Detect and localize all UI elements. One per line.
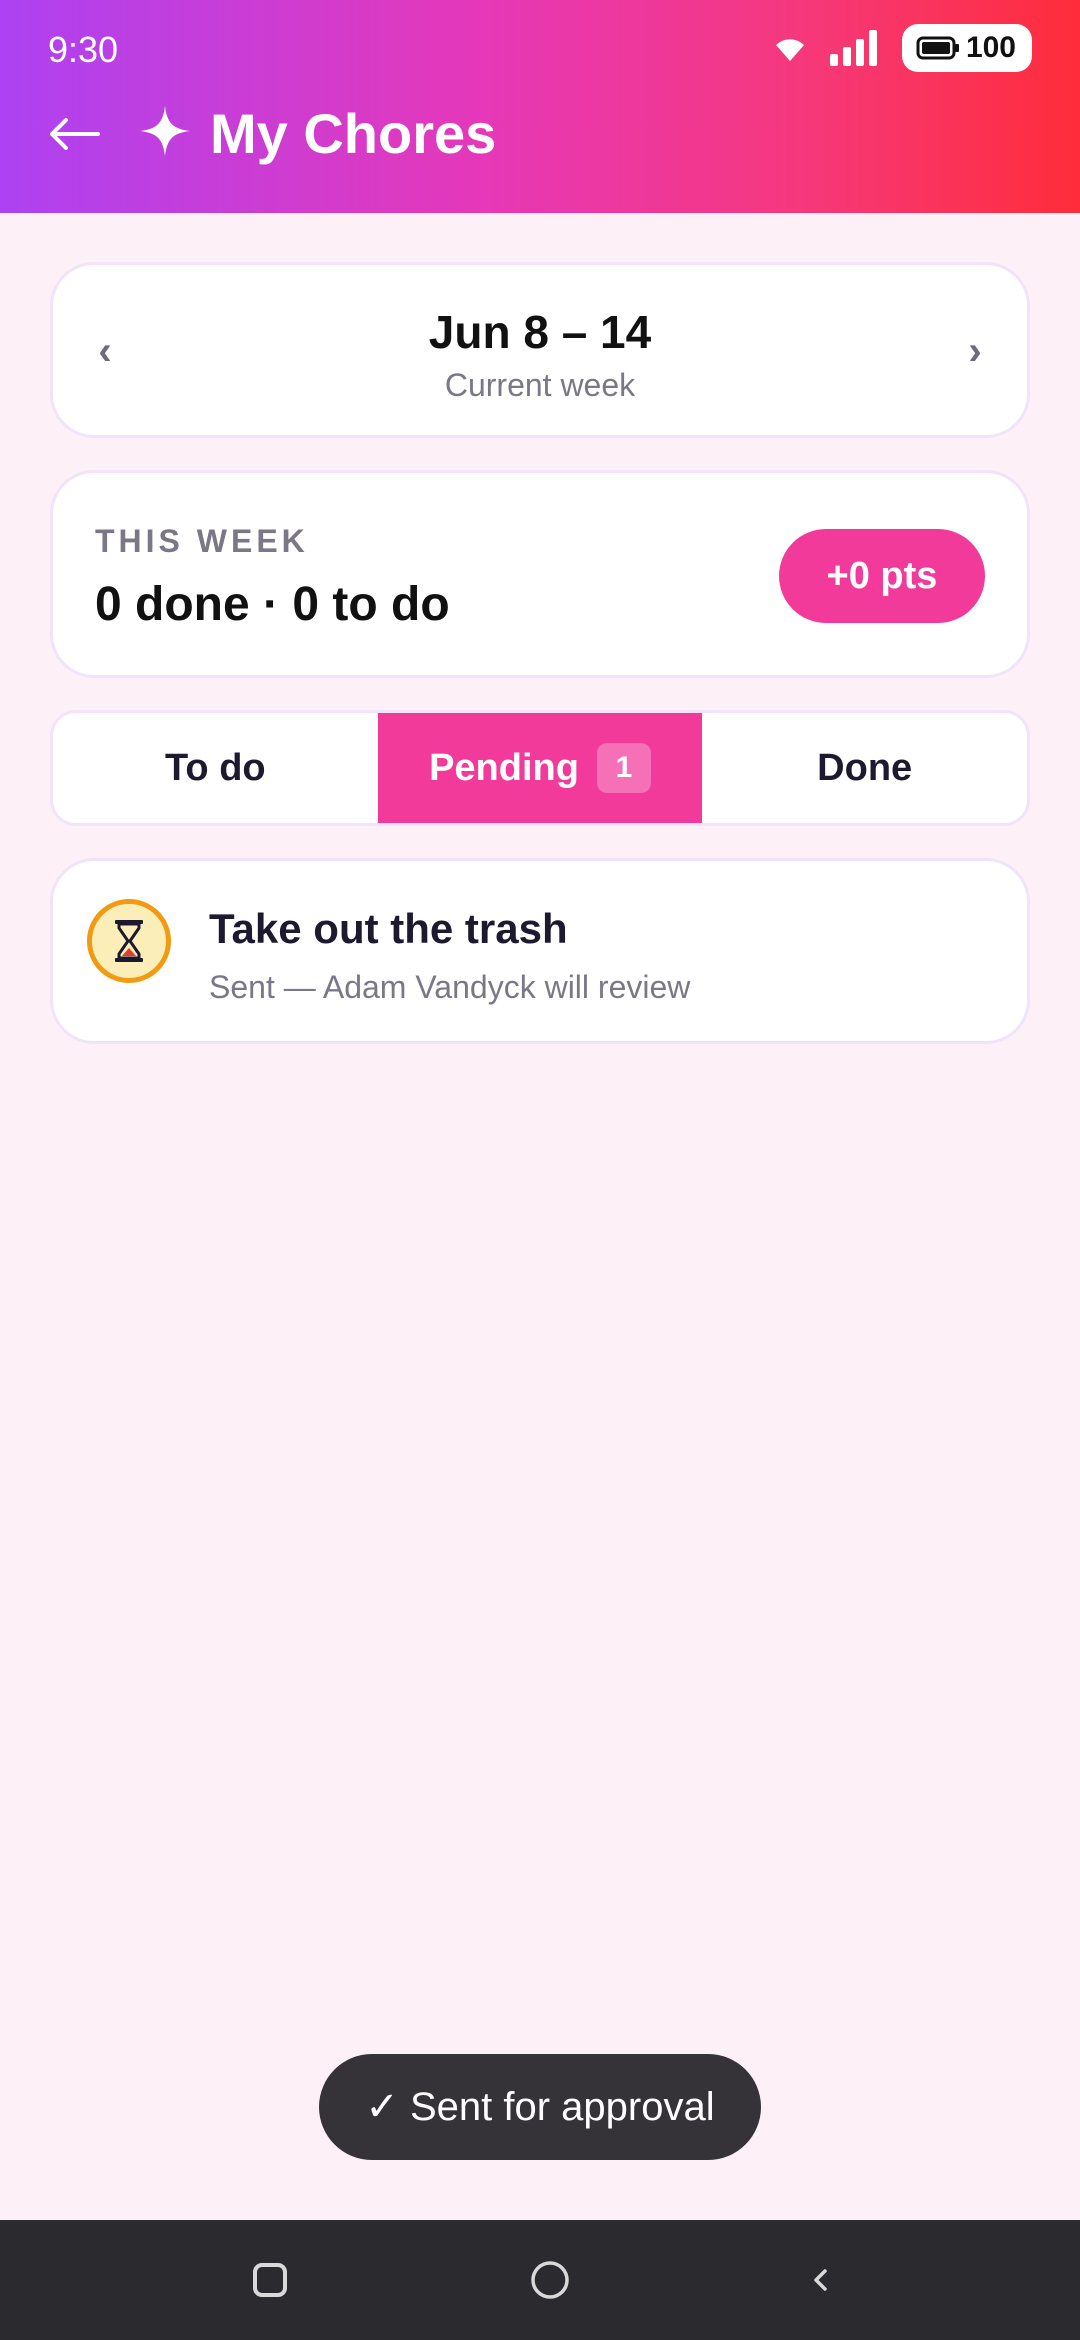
chore-item[interactable]: Take out the trash Sent — Adam Vandyck w… <box>50 858 1030 1044</box>
arrow-left-icon <box>50 118 100 150</box>
tab-pending[interactable]: Pending 1 <box>377 713 703 823</box>
battery-indicator: 100 <box>901 24 1032 72</box>
back-icon <box>814 2269 827 2291</box>
battery-level: 100 <box>965 31 1016 64</box>
tab-label: Pending <box>429 746 579 789</box>
system-nav-bar <box>0 2220 1080 2340</box>
hourglass-icon <box>87 899 171 983</box>
approval-toast: ✓ Sent for approval <box>319 2054 761 2160</box>
signal-icon <box>829 30 880 66</box>
tab-label: Done <box>817 746 913 789</box>
status-time: 9:30 <box>48 29 119 70</box>
points-badge: +0 pts <box>779 529 985 623</box>
chore-status: Sent — Adam Vandyck will review <box>209 969 691 1005</box>
page-title: My Chores <box>210 101 497 165</box>
pending-count-badge: 1 <box>596 743 651 793</box>
week-selector: ‹ Jun 8 – 14 Current week › <box>50 262 1030 438</box>
battery-icon <box>916 35 960 61</box>
week-caption: Current week <box>444 367 636 403</box>
page-title-row: My Chores <box>140 98 496 168</box>
tab-done[interactable]: Done <box>702 713 1027 823</box>
home-button[interactable] <box>520 2250 580 2310</box>
week-range: Jun 8 – 14 <box>428 306 652 358</box>
system-back-button[interactable] <box>790 2250 850 2310</box>
app-header: 9:30 100 My Chores <box>0 0 1080 213</box>
status-icons: 100 <box>772 24 1032 72</box>
week-summary-card: THIS WEEK 0 done · 0 to do +0 pts <box>50 470 1030 678</box>
chore-tabs: To do Pending 1 Done <box>50 710 1030 826</box>
sparkle-icon <box>140 105 190 161</box>
chore-title: Take out the trash <box>209 905 568 952</box>
summary-label: THIS WEEK <box>95 523 309 559</box>
tab-label: To do <box>165 746 266 789</box>
tab-to-do[interactable]: To do <box>53 713 378 823</box>
back-button[interactable] <box>44 104 104 164</box>
next-week-button[interactable]: › <box>945 321 1005 381</box>
summary-value: 0 done · 0 to do <box>95 578 450 631</box>
recent-apps-button[interactable] <box>240 2250 300 2310</box>
chevron-right-icon: › <box>968 328 982 373</box>
wifi-icon <box>772 33 808 63</box>
recent-apps-icon <box>253 2263 287 2297</box>
home-icon <box>531 2261 569 2299</box>
